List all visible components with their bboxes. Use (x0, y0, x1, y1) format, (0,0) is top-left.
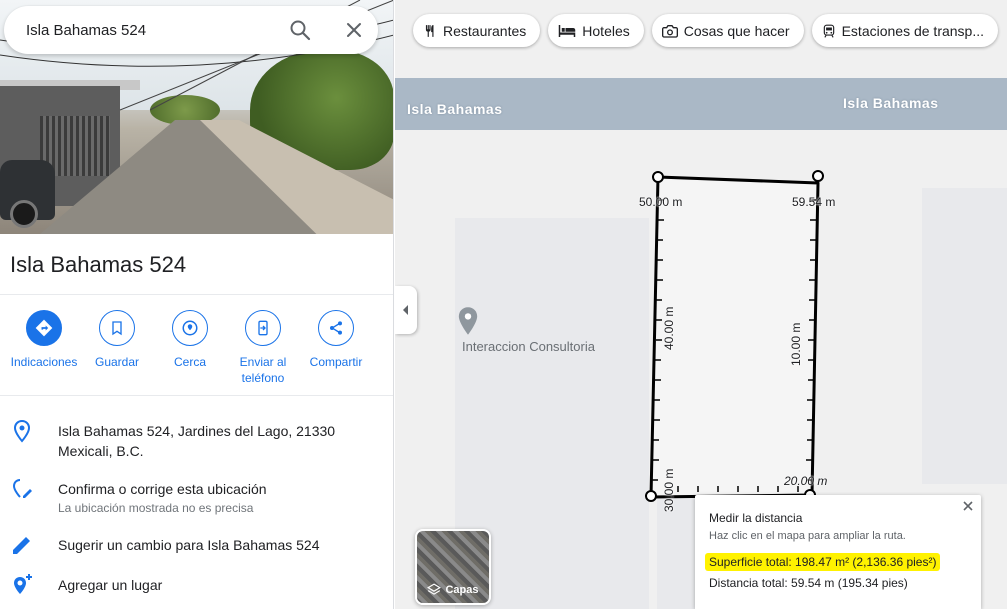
address-text: Isla Bahamas 524, Jardines del Lago, 213… (58, 423, 336, 459)
dimension-label: 20.00 m (784, 474, 828, 488)
action-label: Guardar (94, 355, 140, 369)
divider (0, 294, 393, 295)
nearby-button[interactable]: Cerca (153, 310, 227, 370)
save-button[interactable]: Guardar (80, 310, 154, 370)
send-to-phone-button[interactable]: Enviar al teléfono (226, 310, 300, 386)
layers-icon (427, 583, 442, 595)
location-pin-icon (13, 419, 31, 443)
dimension-label: 50.00 m (639, 195, 683, 209)
dimension-label: 10.00 m (789, 322, 803, 366)
close-icon[interactable] (342, 18, 366, 42)
layers-button[interactable]: Capas (415, 529, 491, 605)
layers-label: Capas (445, 584, 479, 596)
measure-vertex (645, 490, 657, 502)
nearby-icon (172, 310, 208, 346)
bookmark-icon (99, 310, 135, 346)
action-label: Cerca (173, 355, 206, 369)
action-bar: Indicaciones Guardar Cerca Enviar al tel… (0, 310, 393, 390)
measure-vertex (652, 171, 664, 183)
measure-hint: Haz clic en el mapa para ampliar la ruta… (709, 530, 906, 542)
total-area: Superficie total: 198.47 m² (2,136.36 pi… (705, 553, 941, 571)
dimension-label: 40.00 m (662, 306, 676, 350)
share-icon (318, 310, 354, 346)
measure-title: Medir la distancia (709, 511, 803, 525)
dimension-label: 30.00 m (662, 468, 676, 512)
place-title: Isla Bahamas 524 (10, 252, 187, 277)
pencil-icon (13, 537, 30, 554)
action-label: Enviar al teléfono (239, 355, 287, 385)
dimension-label: 59.54 m (792, 195, 836, 209)
confirm-subtitle: La ubicación mostrada no es precisa (58, 501, 254, 515)
add-location-icon (14, 574, 32, 594)
total-distance: Distancia total: 59.54 m (195.34 pies) (709, 576, 908, 590)
map-canvas[interactable]: Isla Bahamas Isla Bahamas Restaurantes H… (395, 0, 1007, 609)
search-icon[interactable] (288, 18, 312, 42)
action-label: Compartir (309, 355, 363, 369)
confirm-title: Confirma o corrige esta ubicación (58, 481, 267, 497)
measure-vertex (812, 170, 824, 182)
suggest-text: Sugerir un cambio para Isla Bahamas 524 (58, 537, 320, 553)
add-place-text: Agregar un lugar (58, 577, 163, 593)
place-panel: Isla Bahamas 524 Indicaciones Guardar Ce… (0, 0, 394, 609)
phone-icon (245, 310, 281, 346)
divider (0, 395, 393, 396)
measure-distance-card: Medir la distancia Haz clic en el mapa p… (695, 495, 981, 609)
search-input[interactable] (26, 21, 286, 39)
share-button[interactable]: Compartir (299, 310, 373, 370)
action-label: Indicaciones (10, 355, 78, 369)
close-icon[interactable] (961, 499, 975, 513)
edit-location-icon (12, 479, 32, 498)
search-box[interactable] (4, 6, 378, 54)
directions-icon (26, 310, 62, 346)
directions-button[interactable]: Indicaciones (7, 310, 81, 370)
